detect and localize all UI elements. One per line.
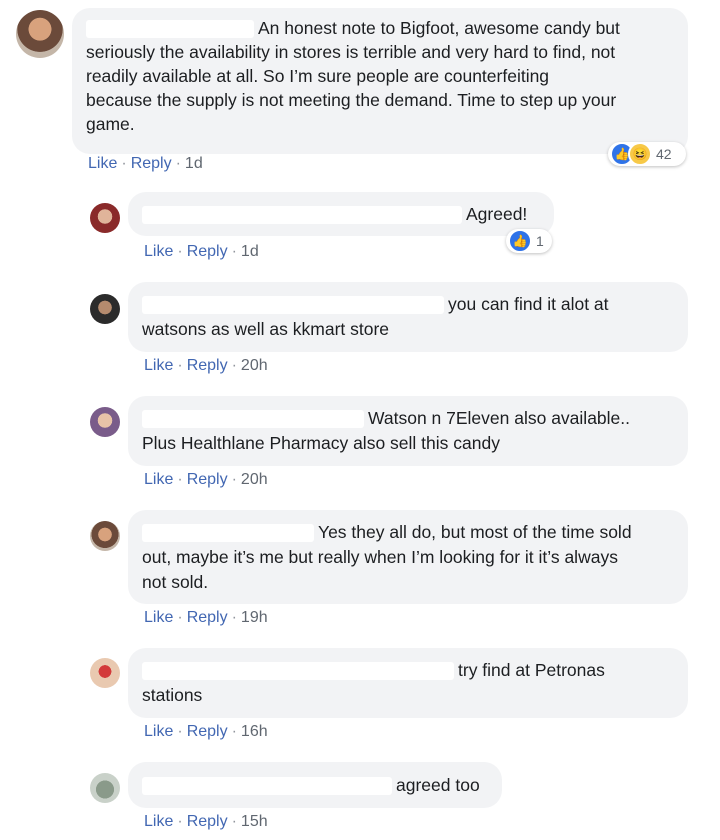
- reply-actions: Like · Reply · 16h: [144, 723, 268, 740]
- reply-bubble: Agreed!: [128, 192, 554, 236]
- reply-text: not sold.: [142, 572, 209, 592]
- thumbs-up-icon: 👍: [508, 229, 532, 253]
- avatar[interactable]: [90, 773, 120, 803]
- reply-bubble: Yes they all do, but most of the time so…: [128, 510, 688, 604]
- reply-text: Agreed!: [466, 204, 528, 224]
- like-link[interactable]: Like: [144, 723, 173, 740]
- reply-text: agreed too: [396, 775, 480, 795]
- redacted-author: [142, 777, 392, 796]
- like-link[interactable]: Like: [88, 155, 117, 172]
- timestamp[interactable]: 20h: [241, 471, 268, 488]
- comment-text: game.: [86, 114, 135, 134]
- redacted-author: [86, 20, 254, 39]
- like-link[interactable]: Like: [144, 813, 173, 830]
- comment-text: readily available at all. So I’m sure pe…: [86, 66, 550, 86]
- comment-text: seriously the availability in stores is …: [86, 42, 616, 62]
- timestamp[interactable]: 1d: [241, 243, 259, 260]
- avatar[interactable]: [90, 521, 120, 551]
- timestamp[interactable]: 1d: [185, 155, 203, 172]
- comment-bubble: An honest note to Bigfoot, awesome candy…: [72, 8, 688, 154]
- avatar[interactable]: [90, 294, 120, 324]
- timestamp[interactable]: 20h: [241, 357, 268, 374]
- reply-bubble: you can find it alot at watsons as well …: [128, 282, 688, 352]
- reply-actions: Like · Reply · 20h: [144, 357, 268, 374]
- timestamp[interactable]: 15h: [241, 813, 268, 830]
- redacted-author: [142, 206, 462, 225]
- reply-link[interactable]: Reply: [187, 471, 228, 488]
- comment-actions: Like · Reply · 1d: [88, 155, 203, 172]
- reply-text: out, maybe it’s me but really when I’m l…: [142, 547, 618, 567]
- like-link[interactable]: Like: [144, 357, 173, 374]
- reply-text: Yes they all do, but most of the time so…: [318, 522, 632, 542]
- reply-actions: Like · Reply · 15h: [144, 813, 268, 830]
- avatar[interactable]: [90, 658, 120, 688]
- reply-link[interactable]: Reply: [187, 723, 228, 740]
- timestamp[interactable]: 16h: [241, 723, 268, 740]
- reaction-summary[interactable]: 👍 😆 42: [608, 142, 686, 166]
- reply-link[interactable]: Reply: [187, 609, 228, 626]
- reply-text: stations: [142, 685, 203, 705]
- reply-link[interactable]: Reply: [131, 155, 172, 172]
- reply-bubble: Watson n 7Eleven also available.. Plus H…: [128, 396, 688, 466]
- reaction-summary[interactable]: 👍 1: [506, 229, 552, 253]
- laughing-face-icon: 😆: [628, 142, 652, 166]
- redacted-author: [142, 524, 314, 543]
- comment-text: because the supply is not meeting the de…: [86, 90, 617, 110]
- like-link[interactable]: Like: [144, 609, 173, 626]
- redacted-author: [142, 410, 364, 429]
- avatar[interactable]: [90, 203, 120, 233]
- reaction-count: 42: [656, 146, 672, 162]
- reply-actions: Like · Reply · 20h: [144, 471, 268, 488]
- avatar[interactable]: [90, 407, 120, 437]
- avatar[interactable]: [16, 10, 64, 58]
- reply-link[interactable]: Reply: [187, 243, 228, 260]
- reply-text: try find at Petronas: [458, 660, 605, 680]
- reply-text: Plus Healthlane Pharmacy also sell this …: [142, 433, 500, 453]
- reply-text: watsons as well as kkmart store: [142, 319, 390, 339]
- reply-text: Watson n 7Eleven also available..: [368, 408, 631, 428]
- timestamp[interactable]: 19h: [241, 609, 268, 626]
- reply-actions: Like · Reply · 1d: [144, 243, 259, 260]
- like-link[interactable]: Like: [144, 243, 173, 260]
- reaction-count: 1: [536, 233, 544, 249]
- reply-link[interactable]: Reply: [187, 813, 228, 830]
- reply-bubble: agreed too: [128, 762, 502, 808]
- redacted-author: [142, 662, 454, 681]
- comment-text: An honest note to Bigfoot, awesome candy…: [258, 18, 620, 38]
- reply-bubble: try find at Petronas stations: [128, 648, 688, 718]
- like-link[interactable]: Like: [144, 471, 173, 488]
- reply-actions: Like · Reply · 19h: [144, 609, 268, 626]
- redacted-author: [142, 296, 444, 315]
- reply-text: you can find it alot at: [448, 294, 609, 314]
- reply-link[interactable]: Reply: [187, 357, 228, 374]
